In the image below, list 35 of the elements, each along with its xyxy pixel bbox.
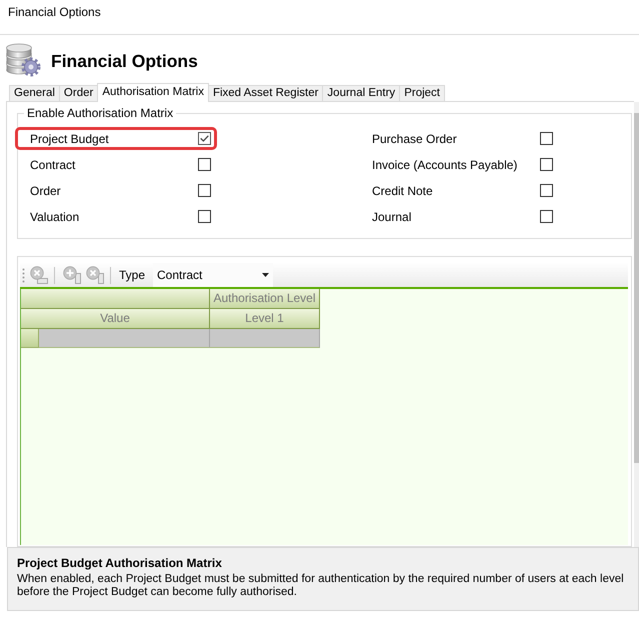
coins-gear-icon (5, 41, 41, 77)
scrollbar[interactable] (634, 102, 639, 547)
scrollbar-thumb[interactable] (634, 113, 639, 463)
grip-icon (22, 268, 25, 282)
checkbox[interactable] (540, 158, 553, 171)
window-title: Financial Options (8, 5, 101, 20)
help-text: When enabled, each Project Budget must be submitted for authentication by the required number of users at each level before the Project Budget can become fully authorised. (17, 573, 625, 599)
tab[interactable]: General (9, 85, 60, 101)
checkbox-label: Valuation (30, 210, 80, 224)
checkbox[interactable] (198, 210, 211, 223)
page-title: Financial Options (51, 51, 198, 72)
checkbox-label: Contract (30, 158, 76, 172)
tab[interactable]: Project (399, 85, 445, 101)
checkbox[interactable] (540, 210, 553, 223)
checkbox-label: Project Budget (30, 132, 110, 146)
column-group-header: Authorisation Level (210, 289, 320, 309)
tab[interactable]: Journal Entry (322, 85, 400, 101)
checkbox[interactable] (540, 184, 553, 197)
checkbox-label: Order (30, 184, 62, 198)
checkbox[interactable] (198, 132, 211, 145)
tab[interactable]: Fixed Asset Register (208, 85, 324, 101)
checkbox-label: Journal (372, 210, 412, 224)
checkbox-label: Invoice (Accounts Payable) (372, 158, 518, 172)
checkbox[interactable] (198, 184, 211, 197)
tab[interactable]: Order (58, 85, 98, 101)
checkbox[interactable] (198, 158, 211, 171)
caret-icon (262, 273, 270, 277)
type-label: Type (119, 268, 146, 282)
group-title: Enable Authorisation Matrix (24, 106, 176, 120)
checkbox-label: Credit Note (372, 184, 434, 198)
checkbox-label: Purchase Order (372, 132, 458, 146)
tab[interactable]: Authorisation Matrix (97, 83, 209, 102)
checkbox[interactable] (540, 132, 553, 145)
checkmark-icon (200, 135, 209, 142)
help-title: Project Budget Authorisation Matrix (17, 556, 223, 571)
